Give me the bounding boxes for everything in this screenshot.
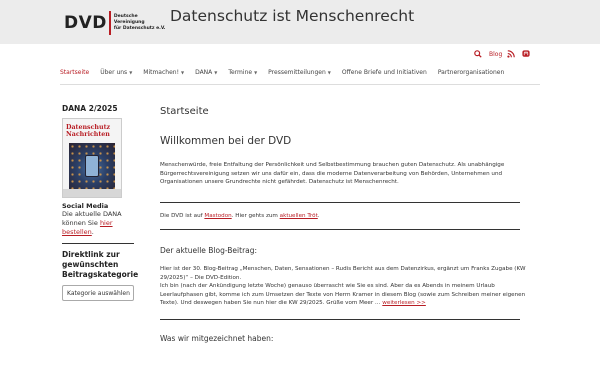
social-media-text: Die aktuelle DANA können Sie hier bestel… (62, 210, 138, 237)
logo-subtitle-line2: für Datenschutz e.V. (113, 26, 166, 31)
mastodon-glyph (522, 50, 530, 57)
mastodon-paragraph: Die DVD ist auf Mastodon. Hier gehts zum… (160, 212, 530, 221)
blog-text-line1: Hier ist der 30. Blog-Beitrag „Menschen,… (160, 266, 526, 281)
cover-title-line2: Nachrichten (66, 131, 110, 138)
nav-item-dana[interactable]: DANA ▼ (195, 69, 217, 76)
nav-item-termine[interactable]: Termine ▼ (228, 69, 257, 76)
logo-divider (108, 11, 111, 35)
site-title[interactable]: Datenschutz ist Menschenrecht (170, 7, 414, 25)
mastodon-link[interactable]: Mastodon (204, 213, 231, 219)
nav-item-startseite[interactable]: Startseite (60, 69, 89, 76)
nav-label: Über uns (100, 68, 128, 76)
search-glyph (474, 50, 482, 58)
dana-cover-image[interactable]: Datenschutz Nachrichten (62, 118, 122, 198)
social-text-end: . (91, 228, 94, 236)
social-text-line2: können Sie (62, 219, 100, 227)
sidebar-divider (62, 243, 134, 244)
nav-item-mitmachen[interactable]: Mitmachen! ▼ (143, 69, 184, 76)
cover-phone (85, 155, 99, 177)
nav-label: Pressemitteilungen (268, 68, 326, 76)
mastodon-text: Die DVD ist auf (160, 212, 205, 219)
read-more-link[interactable]: weiterlesen >> (382, 300, 426, 306)
logo-text: DVD (64, 13, 107, 33)
blog-text: Hier ist der 30. Blog-Beitrag „Menschen,… (160, 265, 530, 308)
social-media-heading: Social Media (62, 202, 109, 210)
main-navigation: Startseite Über uns ▼ Mitmachen! ▼ DANA ▼ T… (60, 64, 540, 80)
nav-item-ueber-uns[interactable]: Über uns ▼ (100, 69, 132, 76)
social-text-line1: Die aktuelle DANA (62, 210, 122, 218)
nav-item-partnerorganisationen[interactable]: Partnerorganisationen (438, 69, 504, 76)
cover-title: Datenschutz Nachrichten (66, 124, 110, 138)
blog-heading: Der aktuelle Blog-Beitrag: (160, 246, 258, 255)
mastodon-text-3: . (317, 212, 320, 219)
nav-label: DANA (195, 68, 213, 76)
divider (160, 201, 520, 203)
mastodon-icon[interactable] (522, 49, 530, 59)
nav-label: Mitmachen! (143, 68, 179, 76)
cover-title-line1: Datenschutz (66, 124, 111, 131)
logo-subtitle-line1: Deutsche Vereinigung (113, 14, 145, 25)
divider (160, 318, 520, 320)
chevron-down-icon: ▼ (180, 69, 185, 75)
nav-label: Partnerorganisationen (437, 68, 505, 76)
rss-glyph (507, 50, 515, 58)
nav-label: Termine (228, 68, 253, 76)
nav-divider (60, 84, 540, 85)
dana-heading: DANA 2/2025 (62, 104, 118, 113)
divider (160, 229, 520, 230)
nav-item-offene-briefe[interactable]: Offene Briefe und Initiativen (342, 69, 427, 76)
direktlink-heading: Direktlink zur gewünschten Beitragskateg… (62, 250, 139, 279)
order-link-bestellen[interactable]: bestellen (62, 228, 92, 236)
nav-label: Offene Briefe und Initiativen (341, 68, 427, 76)
blog-link[interactable]: Blog (489, 49, 502, 59)
mastodon-text-2: . Hier gehts zum (231, 212, 280, 219)
dvd-logo[interactable]: DVD Deutsche Vereinigung für Datenschutz… (64, 11, 166, 35)
site-header: DVD Deutsche Vereinigung für Datenschutz… (0, 0, 600, 44)
order-link-hier[interactable]: hier (100, 219, 113, 227)
main-content: Startseite Willkommen bei der DVD Mensch… (160, 106, 530, 343)
blog-text-line2: Ich bin (nach der Ankündigung letzte Woc… (160, 283, 526, 306)
signed-heading: Was wir mitgezeichnet haben: (160, 333, 274, 343)
search-icon[interactable] (474, 49, 482, 59)
category-select-value: Kategorie auswählen (67, 289, 130, 297)
sidebar: DANA 2/2025 Datenschutz Nachrichten Soci… (62, 104, 138, 301)
chevron-down-icon: ▼ (129, 69, 133, 75)
chevron-down-icon: ▼ (254, 69, 258, 75)
rss-icon[interactable] (507, 49, 515, 59)
cover-footer (63, 189, 121, 197)
nav-label: Startseite (60, 68, 90, 76)
intro-text: Menschenwürde, freie Entfaltung der Pers… (160, 162, 505, 185)
chevron-down-icon: ▼ (214, 69, 218, 75)
welcome-heading: Willkommen bei der DVD (160, 135, 292, 147)
chevron-down-icon: ▼ (327, 69, 331, 75)
logo-subtitle: Deutsche Vereinigung für Datenschutz e.V… (114, 14, 166, 32)
category-select[interactable]: Kategorie auswählen (62, 285, 134, 301)
page-title: Startseite (160, 106, 209, 117)
nav-item-pressemitteilungen[interactable]: Pressemitteilungen ▼ (268, 69, 331, 76)
toot-link[interactable]: aktuellen Tröt (280, 213, 318, 219)
